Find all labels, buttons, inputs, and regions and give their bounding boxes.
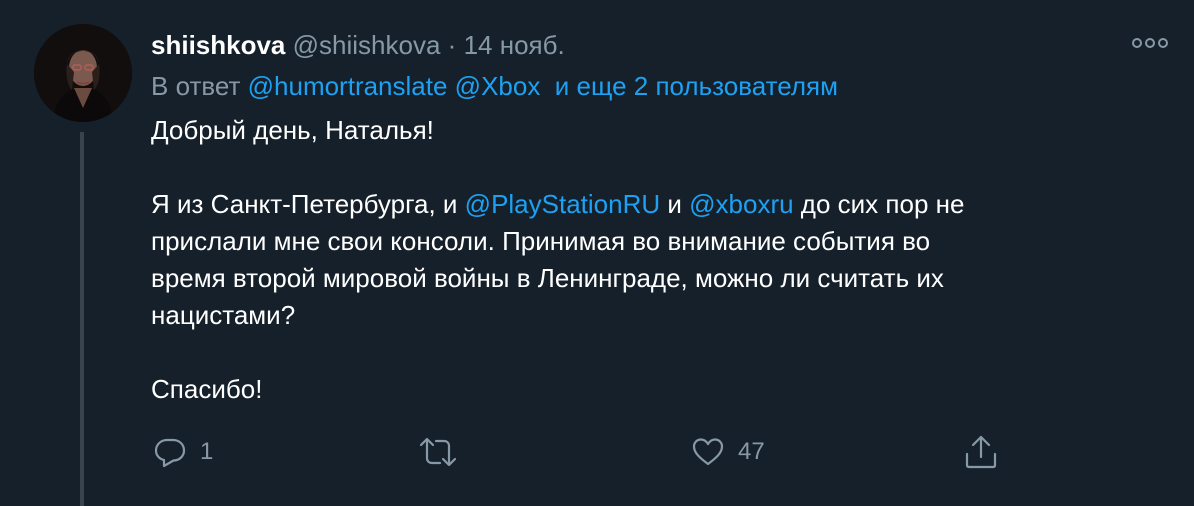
author-handle[interactable]: @shiishkova [293, 30, 441, 60]
more-icon[interactable] [1130, 30, 1170, 56]
thanks-line: Спасибо! [151, 374, 263, 404]
tweet-date[interactable]: 14 нояб. [464, 30, 565, 60]
retweet-button[interactable] [418, 430, 458, 474]
share-icon [964, 434, 998, 470]
mention-xboxru[interactable]: @xboxru [689, 189, 793, 219]
body-text-line3: время второй мировой войны в Ленинграде,… [151, 263, 944, 293]
reply-context: В ответ @humortranslate @Xbox и еще 2 по… [151, 68, 838, 104]
retweet-icon [418, 436, 458, 468]
separator-dot: · [447, 30, 457, 60]
greeting-line: Добрый день, Наталья! [151, 115, 434, 145]
reply-prefix: В ответ [151, 71, 241, 101]
tweet-text: Добрый день, Наталья! Я из Санкт-Петербу… [151, 112, 1151, 408]
reply-count: 1 [200, 438, 214, 465]
author-name[interactable]: shiishkova [151, 30, 285, 60]
reply-others-link[interactable]: и еще 2 пользователям [555, 71, 838, 101]
body-text-mid: и [660, 189, 690, 219]
heart-icon [692, 436, 724, 468]
body-text-line1-end: до сих пор не [793, 189, 965, 219]
tweet[interactable]: shiishkova @shiishkova · 14 нояб. В отве… [0, 0, 1194, 506]
like-button[interactable]: 47 [692, 430, 765, 474]
body-paragraph: Я из Санкт-Петербурга, и @PlayStationRU … [151, 186, 1151, 334]
like-count: 47 [738, 438, 765, 465]
reply-mention-xbox[interactable]: @Xbox [455, 71, 541, 101]
body-text-line2: прислали мне свои консоли. Принимая во в… [151, 226, 931, 256]
share-button[interactable] [964, 430, 998, 474]
tweet-actions: 1 47 [0, 430, 1194, 474]
body-text-line4: нацистами? [151, 300, 296, 330]
tweet-header: shiishkova @shiishkova · 14 нояб. [151, 27, 565, 63]
body-text-start: Я из Санкт-Петербурга, и [151, 189, 465, 219]
avatar[interactable] [34, 24, 132, 122]
reply-mention-humortranslate[interactable]: @humortranslate [248, 71, 448, 101]
reply-icon [154, 436, 186, 468]
mention-playstationru[interactable]: @PlayStationRU [465, 189, 660, 219]
reply-button[interactable]: 1 [154, 430, 213, 474]
